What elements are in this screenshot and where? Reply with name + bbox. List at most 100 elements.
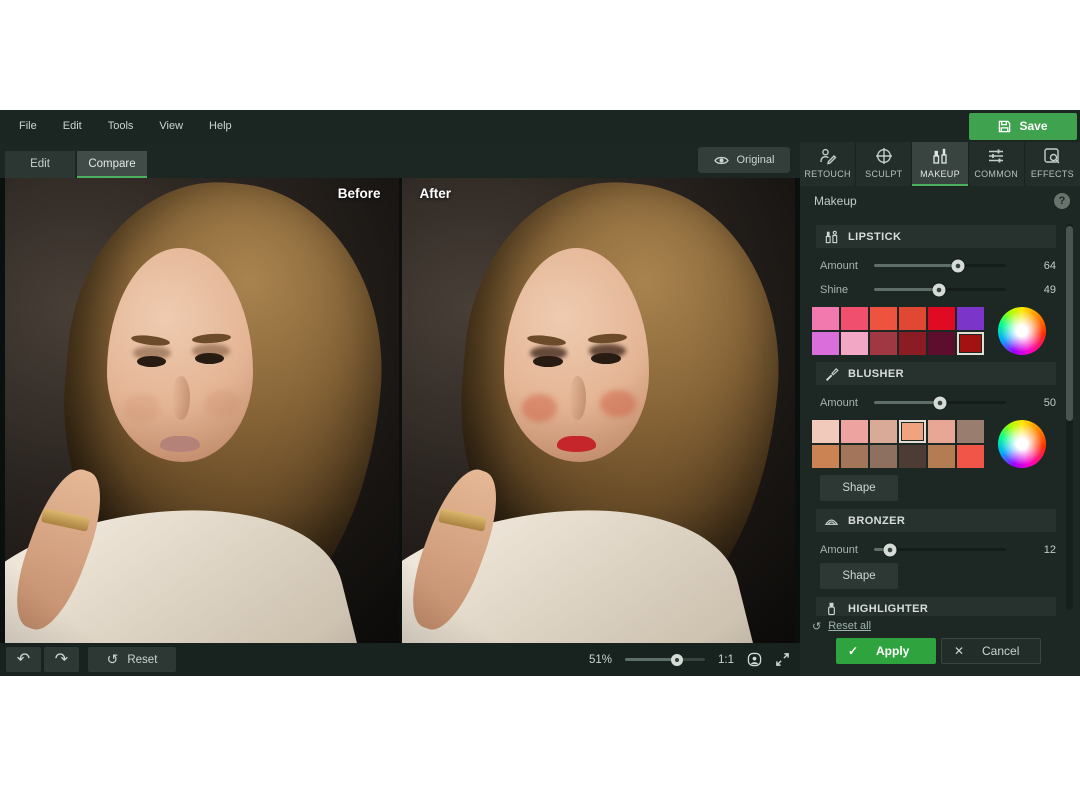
after-image: After <box>402 178 796 643</box>
reset-button[interactable]: ↺ Reset <box>88 647 176 672</box>
cancel-button[interactable]: ✕ Cancel <box>941 638 1041 664</box>
original-toggle-button[interactable]: Original <box>698 147 790 173</box>
help-icon[interactable]: ? <box>1054 193 1070 209</box>
amount-label: Amount <box>820 397 866 409</box>
redo-button[interactable]: ↷ <box>44 647 79 672</box>
color-swatch[interactable] <box>957 307 984 330</box>
tab-common[interactable]: COMMON <box>969 142 1024 186</box>
sculpt-icon <box>875 147 893 165</box>
color-swatch[interactable] <box>812 332 839 355</box>
slider-thumb[interactable] <box>952 259 965 272</box>
tab-sculpt[interactable]: SCULPT <box>856 142 911 186</box>
lipstick-amount-slider[interactable] <box>874 264 1006 267</box>
blusher-brush-icon <box>824 366 839 381</box>
color-swatch[interactable] <box>957 332 984 355</box>
color-swatch[interactable] <box>812 445 839 468</box>
lipstick-color-wheel[interactable] <box>998 307 1046 355</box>
save-label: Save <box>1019 119 1047 133</box>
reset-label: Reset <box>127 654 157 666</box>
tab-sculpt-label: SCULPT <box>865 169 902 179</box>
blusher-color-wheel[interactable] <box>998 420 1046 468</box>
lipstick-swatches <box>812 307 984 355</box>
common-icon <box>987 147 1005 165</box>
apply-button[interactable]: ✓ Apply <box>836 638 936 664</box>
menu-edit[interactable]: Edit <box>50 115 95 137</box>
lipstick-amount-value: 64 <box>1044 260 1056 272</box>
panel-scrollbar-thumb[interactable] <box>1066 226 1073 421</box>
blusher-colors-row <box>812 420 1056 468</box>
portrait-lips <box>557 436 596 452</box>
bottom-toolbar: ↶ ↷ ↺ Reset 51% 1:1 <box>0 643 800 676</box>
panel-scrollbar[interactable] <box>1066 224 1073 610</box>
retouch-icon <box>819 147 837 165</box>
zoom-slider-thumb[interactable] <box>671 654 683 666</box>
before-image: Before <box>5 178 399 643</box>
tab-effects[interactable]: EFFECTS <box>1025 142 1080 186</box>
blusher-amount-slider[interactable] <box>874 401 1006 404</box>
color-swatch[interactable] <box>812 307 839 330</box>
color-swatch[interactable] <box>870 307 897 330</box>
bronzer-section-header[interactable]: BRONZER <box>816 509 1056 532</box>
blusher-shape-button[interactable]: Shape <box>820 475 898 501</box>
undo-button[interactable]: ↶ <box>6 647 41 672</box>
save-button[interactable]: Save <box>969 113 1077 140</box>
menu-tools[interactable]: Tools <box>95 115 147 137</box>
color-swatch[interactable] <box>928 445 955 468</box>
portrait-eyeshadow <box>192 344 229 358</box>
lipstick-section-header[interactable]: LIPSTICK <box>816 225 1056 248</box>
color-swatch[interactable] <box>899 307 926 330</box>
portrait-face <box>107 248 253 462</box>
lipstick-shine-slider[interactable] <box>874 288 1006 291</box>
color-swatch[interactable] <box>870 332 897 355</box>
makeup-icon <box>931 147 949 165</box>
menu-help[interactable]: Help <box>196 115 245 137</box>
color-swatch[interactable] <box>812 420 839 443</box>
color-swatch[interactable] <box>841 332 868 355</box>
color-swatch[interactable] <box>928 420 955 443</box>
blusher-section-header[interactable]: BLUSHER <box>816 362 1056 385</box>
portrait-brow <box>527 334 567 348</box>
zoom-slider[interactable] <box>625 658 705 661</box>
bronzer-shape-button[interactable]: Shape <box>820 563 898 589</box>
compare-canvas: Before <box>0 178 800 643</box>
effects-icon <box>1043 147 1061 165</box>
color-swatch[interactable] <box>841 420 868 443</box>
panel-header: Makeup ? <box>800 186 1080 216</box>
tab-makeup[interactable]: MAKEUP <box>912 142 967 186</box>
portrait-eye <box>591 353 621 364</box>
color-swatch[interactable] <box>870 445 897 468</box>
bronzer-amount-slider[interactable] <box>874 548 1006 551</box>
color-swatch[interactable] <box>957 445 984 468</box>
slider-thumb[interactable] <box>934 396 947 409</box>
portrait-arm <box>5 461 114 638</box>
reset-all-link[interactable]: Reset all <box>828 620 871 632</box>
color-swatch[interactable] <box>899 445 926 468</box>
color-swatch[interactable] <box>957 420 984 443</box>
color-swatch[interactable] <box>928 332 955 355</box>
slider-thumb[interactable] <box>883 543 896 556</box>
tab-retouch[interactable]: RETOUCH <box>800 142 855 186</box>
color-swatch[interactable] <box>841 445 868 468</box>
color-swatch[interactable] <box>928 307 955 330</box>
color-swatch[interactable] <box>870 420 897 443</box>
portrait-eyeshadow <box>530 346 567 360</box>
undo-icon: ↶ <box>17 652 30 668</box>
color-swatch[interactable] <box>899 420 926 443</box>
tab-edit[interactable]: Edit <box>5 151 75 178</box>
fit-image-icon[interactable] <box>747 652 762 667</box>
slider-thumb[interactable] <box>932 283 945 296</box>
after-label: After <box>420 186 452 201</box>
bronzer-section-label: BRONZER <box>848 515 905 527</box>
color-swatch[interactable] <box>841 307 868 330</box>
eye-icon <box>714 155 729 166</box>
app-window: File Edit Tools View Help Save Edit Comp… <box>0 110 1080 676</box>
highlighter-section-label: HIGHLIGHTER <box>848 603 928 615</box>
zoom-ratio-button[interactable]: 1:1 <box>718 654 734 666</box>
portrait-face <box>504 248 650 462</box>
menu-view[interactable]: View <box>146 115 196 137</box>
menu-file[interactable]: File <box>6 115 50 137</box>
highlighter-section-header[interactable]: HIGHLIGHTER <box>816 597 1056 616</box>
fullscreen-icon[interactable] <box>775 652 790 667</box>
tab-compare[interactable]: Compare <box>77 151 147 178</box>
color-swatch[interactable] <box>899 332 926 355</box>
